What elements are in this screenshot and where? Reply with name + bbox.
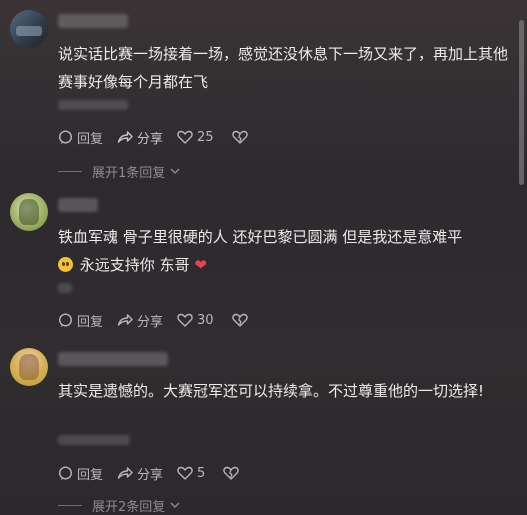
reply-button[interactable]: 回复: [58, 464, 103, 483]
comment-text-line: 铁血军魂 骨子里很硬的人 还好巴黎已圆满 但是我还是意难平: [58, 228, 463, 246]
broken-heart-icon: [223, 466, 240, 480]
comment-meta-redacted: [58, 283, 72, 293]
username-redacted[interactable]: [58, 352, 168, 366]
red-heart-icon: ❤: [194, 256, 207, 274]
share-button[interactable]: 分享: [117, 311, 163, 330]
share-label: 分享: [137, 131, 164, 147]
expand-replies-label: 展开2条回复: [92, 499, 166, 515]
comment-text-tail: 永远支持你 东哥: [79, 256, 190, 274]
share-label: 分享: [137, 467, 164, 483]
divider-line: [58, 504, 82, 506]
reply-icon: [58, 312, 73, 327]
comment-text: 说实话比赛一场接着一场，感觉还没休息下一场又来了，再加上其他赛事好像每个月都在飞: [58, 45, 509, 91]
chevron-down-icon: [170, 502, 180, 508]
share-button[interactable]: 分享: [117, 464, 163, 483]
username-redacted[interactable]: [58, 14, 128, 28]
chevron-down-icon: [170, 168, 180, 174]
like-count: 30: [197, 312, 214, 328]
avatar[interactable]: [10, 348, 48, 386]
share-icon: [117, 467, 133, 479]
heart-outline-icon: [177, 313, 193, 327]
comment-2: 铁血军魂 骨子里很硬的人 还好巴黎已圆满 但是我还是意难平 永远支持你 东哥 ❤…: [0, 185, 510, 345]
expand-replies-button[interactable]: 展开2条回复: [58, 495, 181, 515]
heart-outline-icon: [177, 466, 193, 480]
reply-label: 回复: [77, 314, 104, 330]
comment-actions: 回复 分享 25: [58, 127, 266, 147]
scrollbar-thumb[interactable]: [519, 20, 524, 185]
pleading-face-icon: [58, 257, 73, 272]
like-button[interactable]: 25: [177, 130, 214, 145]
share-icon: [117, 314, 133, 326]
comment-meta-redacted: [58, 100, 128, 110]
like-button[interactable]: 5: [177, 466, 205, 481]
comment-actions: 回复 分享 30: [58, 310, 266, 330]
reply-icon: [58, 465, 73, 480]
avatar[interactable]: [10, 193, 48, 231]
divider-line: [58, 170, 82, 172]
reply-label: 回复: [77, 467, 104, 483]
username-redacted[interactable]: [58, 198, 98, 212]
like-button[interactable]: 30: [177, 313, 214, 328]
reply-button[interactable]: 回复: [58, 311, 103, 330]
heart-outline-icon: [177, 130, 193, 144]
dislike-button[interactable]: [231, 130, 252, 144]
like-count: 25: [197, 129, 214, 145]
reply-button[interactable]: 回复: [58, 128, 103, 147]
comment-meta-redacted: [58, 435, 130, 445]
expand-replies-label: 展开1条回复: [92, 165, 166, 181]
reply-label: 回复: [77, 131, 104, 147]
avatar[interactable]: [10, 10, 48, 48]
comment-text-line-2: 永远支持你 东哥 ❤: [58, 251, 518, 279]
share-label: 分享: [137, 314, 164, 330]
share-icon: [117, 131, 133, 143]
broken-heart-icon: [231, 130, 248, 144]
broken-heart-icon: [231, 313, 248, 327]
dislike-button[interactable]: [231, 313, 252, 327]
dislike-button[interactable]: [223, 466, 243, 480]
expand-replies-button[interactable]: 展开1条回复: [58, 161, 181, 181]
comment-text: 其实是遗憾的。大赛冠军还可以持续拿。不过尊重他的一切选择!: [58, 382, 485, 400]
like-count: 5: [197, 465, 206, 481]
comment-text: 铁血军魂 骨子里很硬的人 还好巴黎已圆满 但是我还是意难平 永远支持你 东哥 ❤: [58, 223, 518, 279]
share-button[interactable]: 分享: [117, 128, 163, 147]
comment-1: 说实话比赛一场接着一场，感觉还没休息下一场又来了，再加上其他赛事好像每个月都在飞…: [0, 0, 510, 185]
reply-icon: [58, 129, 73, 144]
comment-3: 其实是遗憾的。大赛冠军还可以持续拿。不过尊重他的一切选择! 回复 分享 5 展开…: [0, 345, 510, 515]
comment-actions: 回复 分享 5: [58, 463, 257, 483]
